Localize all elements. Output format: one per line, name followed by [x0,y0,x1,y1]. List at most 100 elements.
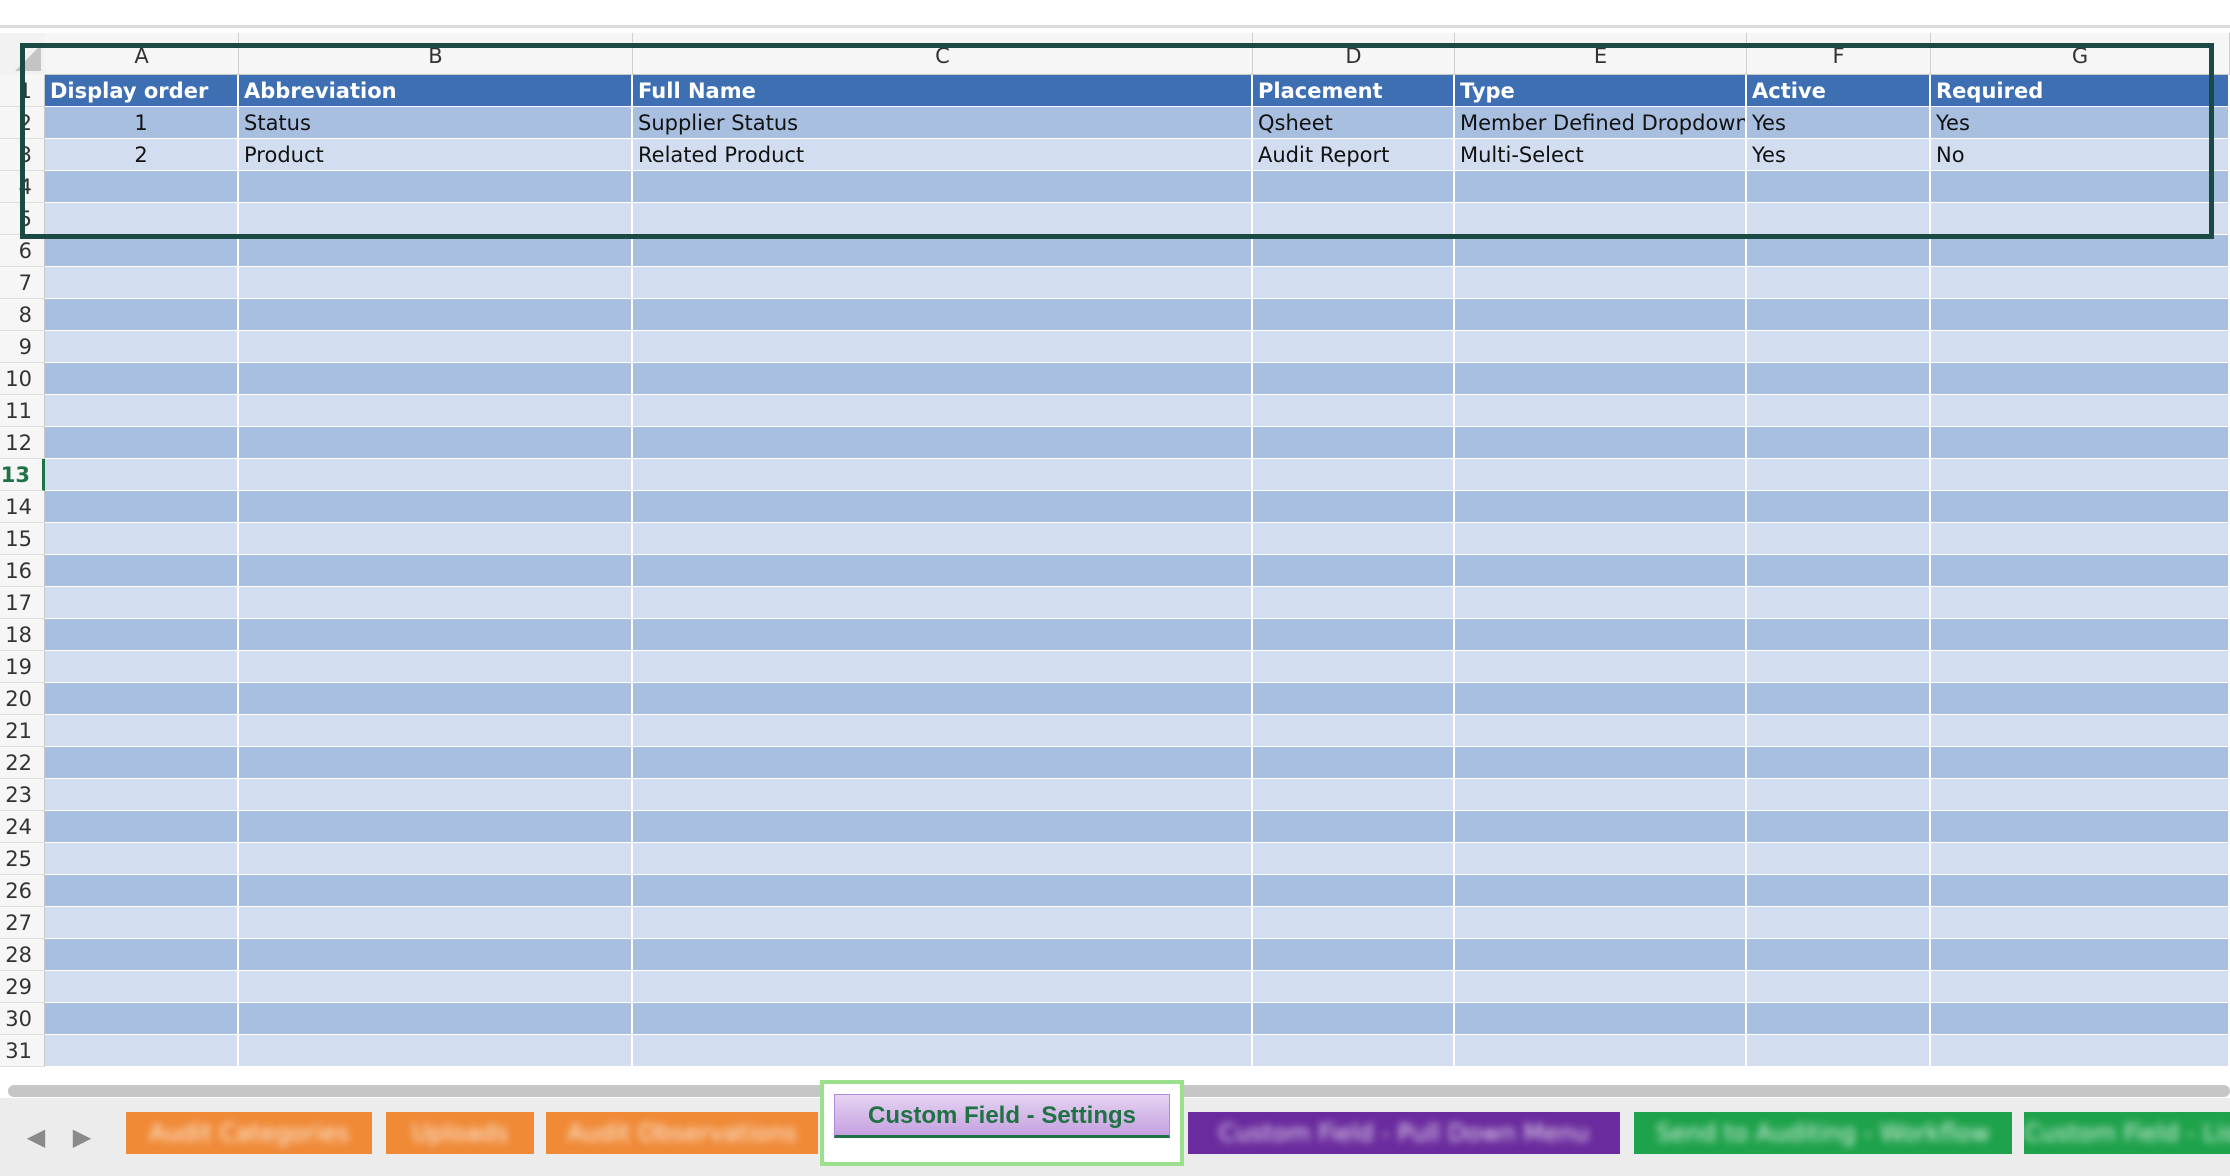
row-header[interactable]: 26 [0,875,45,907]
empty-cell[interactable] [1455,715,1747,747]
empty-cell[interactable] [633,395,1253,427]
empty-cell[interactable] [1747,491,1931,523]
empty-cell[interactable] [1931,267,2230,299]
row-header[interactable]: 22 [0,747,45,779]
empty-cell[interactable] [1747,203,1931,235]
empty-cell[interactable] [45,1035,239,1067]
empty-cell[interactable] [45,907,239,939]
empty-cell[interactable] [1747,779,1931,811]
empty-cell[interactable] [1931,203,2230,235]
empty-cell[interactable] [239,523,633,555]
spreadsheet-grid[interactable]: A B C D E F G 1 Display order Abbreviation… [0,33,2230,1078]
row-header[interactable]: 5 [0,203,45,235]
cell-g[interactable]: No [1931,139,2230,171]
empty-cell[interactable] [1455,363,1747,395]
empty-cell[interactable] [239,395,633,427]
empty-cell[interactable] [239,715,633,747]
column-header-f[interactable]: F [1747,33,1931,75]
empty-cell[interactable] [45,715,239,747]
empty-cell[interactable] [239,235,633,267]
empty-cell[interactable] [239,171,633,203]
empty-cell[interactable] [1455,907,1747,939]
empty-cell[interactable] [1455,299,1747,331]
empty-cell[interactable] [1253,555,1455,587]
empty-cell[interactable] [1253,843,1455,875]
empty-cell[interactable] [1253,395,1455,427]
row-header[interactable]: 6 [0,235,45,267]
empty-cell[interactable] [1253,427,1455,459]
empty-cell[interactable] [633,619,1253,651]
empty-cell[interactable] [239,747,633,779]
empty-cell[interactable] [239,651,633,683]
empty-cell[interactable] [239,619,633,651]
header-cell-c[interactable]: Full Name [633,75,1253,107]
empty-cell[interactable] [45,619,239,651]
cell-d[interactable]: Qsheet [1253,107,1455,139]
row-header[interactable]: 12 [0,427,45,459]
empty-cell[interactable] [1747,1035,1931,1067]
empty-cell[interactable] [1931,363,2230,395]
empty-cell[interactable] [45,299,239,331]
empty-cell[interactable] [1455,779,1747,811]
row-header[interactable]: 14 [0,491,45,523]
column-header-e[interactable]: E [1455,33,1747,75]
empty-cell[interactable] [1253,651,1455,683]
empty-cell[interactable] [1455,843,1747,875]
empty-cell[interactable] [45,555,239,587]
empty-cell[interactable] [1253,779,1455,811]
empty-cell[interactable] [1931,747,2230,779]
row-header[interactable]: 17 [0,587,45,619]
column-header-d[interactable]: D [1253,33,1455,75]
sheet-tab-6[interactable]: Send to Auditing - Workflow [1634,1112,2012,1154]
empty-cell[interactable] [633,267,1253,299]
empty-cell[interactable] [45,587,239,619]
row-header[interactable]: 21 [0,715,45,747]
row-header[interactable]: 13 [0,459,45,491]
empty-cell[interactable] [633,299,1253,331]
empty-cell[interactable] [1931,651,2230,683]
row-header[interactable]: 1 [0,75,45,107]
empty-cell[interactable] [45,683,239,715]
empty-cell[interactable] [633,843,1253,875]
empty-cell[interactable] [239,1035,633,1067]
empty-cell[interactable] [1747,619,1931,651]
empty-cell[interactable] [1747,651,1931,683]
empty-cell[interactable] [1253,683,1455,715]
empty-cell[interactable] [1455,555,1747,587]
empty-cell[interactable] [45,427,239,459]
empty-cell[interactable] [633,523,1253,555]
empty-cell[interactable] [1455,747,1747,779]
empty-cell[interactable] [1931,491,2230,523]
cell-e[interactable]: Multi-Select [1455,139,1747,171]
empty-cell[interactable] [239,299,633,331]
row-header[interactable]: 18 [0,619,45,651]
row-header[interactable]: 10 [0,363,45,395]
row-header[interactable]: 4 [0,171,45,203]
cell-b[interactable]: Product [239,139,633,171]
header-cell-g[interactable]: Required [1931,75,2230,107]
empty-cell[interactable] [1931,939,2230,971]
empty-cell[interactable] [239,843,633,875]
sheet-tab-1[interactable]: Audit Categories [126,1112,372,1154]
empty-cell[interactable] [1747,587,1931,619]
empty-cell[interactable] [1931,715,2230,747]
empty-cell[interactable] [45,939,239,971]
empty-cell[interactable] [633,907,1253,939]
empty-cell[interactable] [1747,427,1931,459]
empty-cell[interactable] [1253,459,1455,491]
row-header[interactable]: 8 [0,299,45,331]
row-header[interactable]: 31 [0,1035,45,1067]
empty-cell[interactable] [633,747,1253,779]
empty-cell[interactable] [1931,299,2230,331]
empty-cell[interactable] [239,939,633,971]
empty-cell[interactable] [1253,811,1455,843]
empty-cell[interactable] [239,875,633,907]
empty-cell[interactable] [1253,1035,1455,1067]
empty-cell[interactable] [1931,1003,2230,1035]
row-header[interactable]: 19 [0,651,45,683]
empty-cell[interactable] [1253,715,1455,747]
row-header[interactable]: 29 [0,971,45,1003]
empty-cell[interactable] [1253,939,1455,971]
row-header[interactable]: 30 [0,1003,45,1035]
empty-cell[interactable] [1455,587,1747,619]
